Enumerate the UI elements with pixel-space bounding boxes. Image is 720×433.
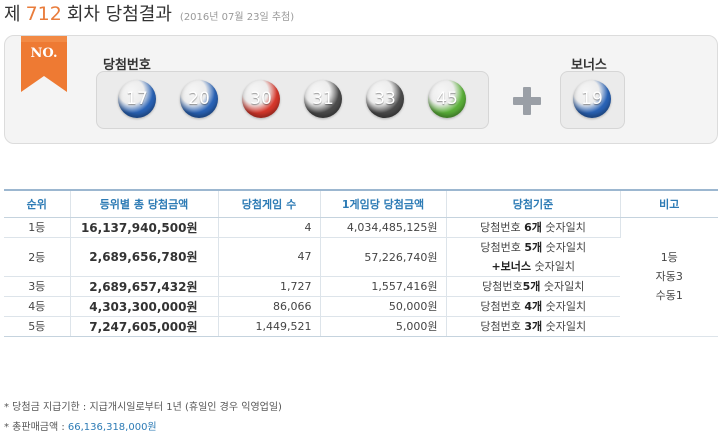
rank-cell: 5등 — [4, 316, 71, 337]
rank-cell: 1등 — [4, 217, 71, 238]
bonus-ball: 19 — [573, 80, 611, 118]
table-header-row: 순위 등위별 총 당첨금액 당첨게임 수 1게임당 당첨금액 당첨기준 비고 — [4, 189, 718, 218]
total-cell: 2,689,656,780원 — [70, 237, 219, 277]
results-table: 순위 등위별 총 당첨금액 당첨게임 수 1게임당 당첨금액 당첨기준 비고 1… — [4, 189, 718, 337]
winners-cell: 1,449,521 — [218, 316, 321, 337]
per-game-cell: 57,226,740원 — [320, 237, 447, 277]
criteria-cell: 당첨번호5개 숫자일치 — [446, 276, 620, 297]
winners-cell: 86,066 — [218, 296, 321, 317]
ball-1: 17 — [118, 80, 156, 118]
note-line: 자동3 — [655, 270, 683, 283]
ball-6: 45 — [428, 80, 466, 118]
criteria-cell: 당첨번호 5개 숫자일치 +보너스 숫자일치 — [446, 237, 620, 277]
winners-cell: 47 — [218, 237, 321, 277]
total-cell: 4,303,300,000원 — [70, 296, 219, 317]
total-sales: * 총판매금액 : 66,136,318,000원 — [4, 418, 157, 433]
note-line: 1등 — [660, 251, 678, 264]
ball-5: 33 — [366, 80, 404, 118]
ribbon-label: NO. — [30, 46, 58, 61]
total-cell: 16,137,940,500원 — [70, 217, 219, 238]
rank-cell: 3등 — [4, 276, 71, 297]
header-total: 등위별 총 당첨금액 — [70, 189, 219, 218]
header-winners: 당첨게임 수 — [218, 189, 321, 218]
header-note: 비고 — [620, 189, 718, 218]
winners-cell: 1,727 — [218, 276, 321, 297]
criteria-cell: 당첨번호 4개 숫자일치 — [446, 296, 620, 317]
per-game-cell: 1,557,416원 — [320, 276, 447, 297]
table-row: 5등 7,247,605,000원 1,449,521 5,000원 당첨번호 … — [4, 316, 718, 337]
round-number: 712 — [25, 3, 62, 25]
winners-cell: 4 — [218, 217, 321, 238]
per-game-cell: 5,000원 — [320, 316, 447, 337]
total-sales-value: 66,136,318,000원 — [67, 422, 157, 433]
per-game-cell: 4,034,485,125원 — [320, 217, 447, 238]
header-per-game: 1게임당 당첨금액 — [320, 189, 447, 218]
total-cell: 2,689,657,432원 — [70, 276, 219, 297]
table-row: 2등 2,689,656,780원 47 57,226,740원 당첨번호 5개… — [4, 237, 718, 277]
title-prefix: 제 — [4, 4, 21, 25]
title-suffix: 회차 당첨결과 — [66, 4, 172, 25]
ball-4: 31 — [304, 80, 342, 118]
ribbon-badge: NO. — [21, 36, 67, 92]
rank-cell: 4등 — [4, 296, 71, 317]
table-row: 3등 2,689,657,432원 1,727 1,557,416원 당첨번호5… — [4, 276, 718, 297]
total-sales-label: * 총판매금액 : — [4, 422, 68, 433]
note-cell: 1등 자동3 수동1 — [620, 217, 718, 337]
note-line: 수동1 — [655, 289, 683, 302]
total-cell: 7,247,605,000원 — [70, 316, 219, 337]
header-criteria: 당첨기준 — [446, 189, 621, 218]
per-game-cell: 50,000원 — [320, 296, 447, 317]
plus-icon — [513, 87, 541, 115]
criteria-cell: 당첨번호 3개 숫자일치 — [446, 316, 620, 337]
ball-3: 30 — [242, 80, 280, 118]
draw-date: (2016년 07월 23일 추첨) — [179, 12, 295, 23]
table-row: 4등 4,303,300,000원 86,066 50,000원 당첨번호 4개… — [4, 296, 718, 317]
ribbon-icon — [21, 36, 67, 92]
rank-cell: 2등 — [4, 237, 71, 277]
page-title: 제 712 회차 당첨결과 (2016년 07월 23일 추첨) — [4, 0, 294, 26]
ball-2: 20 — [180, 80, 218, 118]
header-rank: 순위 — [4, 189, 71, 218]
criteria-cell: 당첨번호 6개 숫자일치 — [446, 217, 621, 238]
table-row: 1등 16,137,940,500원 4 4,034,485,125원 당첨번호… — [4, 217, 718, 337]
payout-deadline-note: * 당첨금 지급기한 : 지급개시일로부터 1년 (휴일인 경우 익영업일) — [4, 402, 282, 413]
